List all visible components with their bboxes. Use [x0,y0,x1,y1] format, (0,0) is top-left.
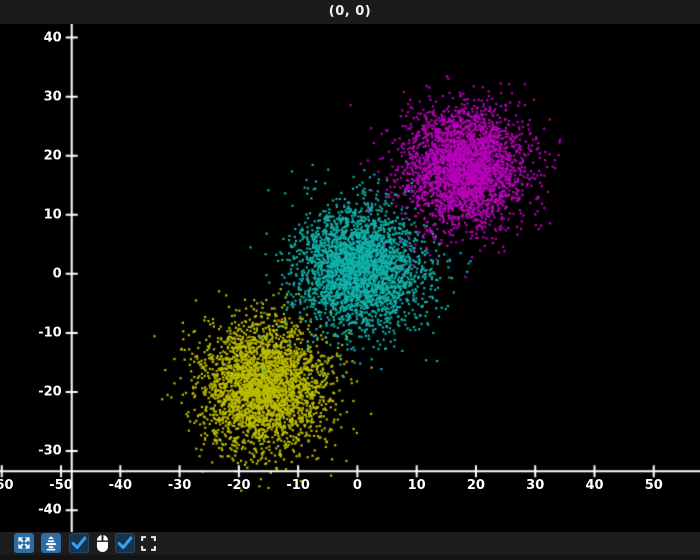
checkbox-checked-icon [71,536,87,550]
fullscreen-button[interactable] [138,533,158,553]
checkbox-checked-icon [117,536,133,550]
align-center-icon [45,536,57,551]
mouse-icon [92,533,112,553]
fullscreen-corners-icon [140,535,156,551]
center-scene-button[interactable] [41,533,61,553]
plot-area: -60-50-40-30-20-1001020304050403020100-1… [0,24,700,532]
panzoom-toggle-checkbox[interactable] [69,533,89,553]
toolbar-bottom-strip [0,555,700,560]
expand-arrows-icon [18,537,30,549]
scatter-canvas[interactable] [0,24,700,532]
autoscale-button[interactable] [14,533,34,553]
plot-toolbar [0,532,700,560]
maintain-aspect-toggle-checkbox[interactable] [115,533,135,553]
subplot-title: (0, 0) [0,0,700,24]
plot-window: (0, 0) -60-50-40-30-20-10010203040504030… [0,0,700,560]
